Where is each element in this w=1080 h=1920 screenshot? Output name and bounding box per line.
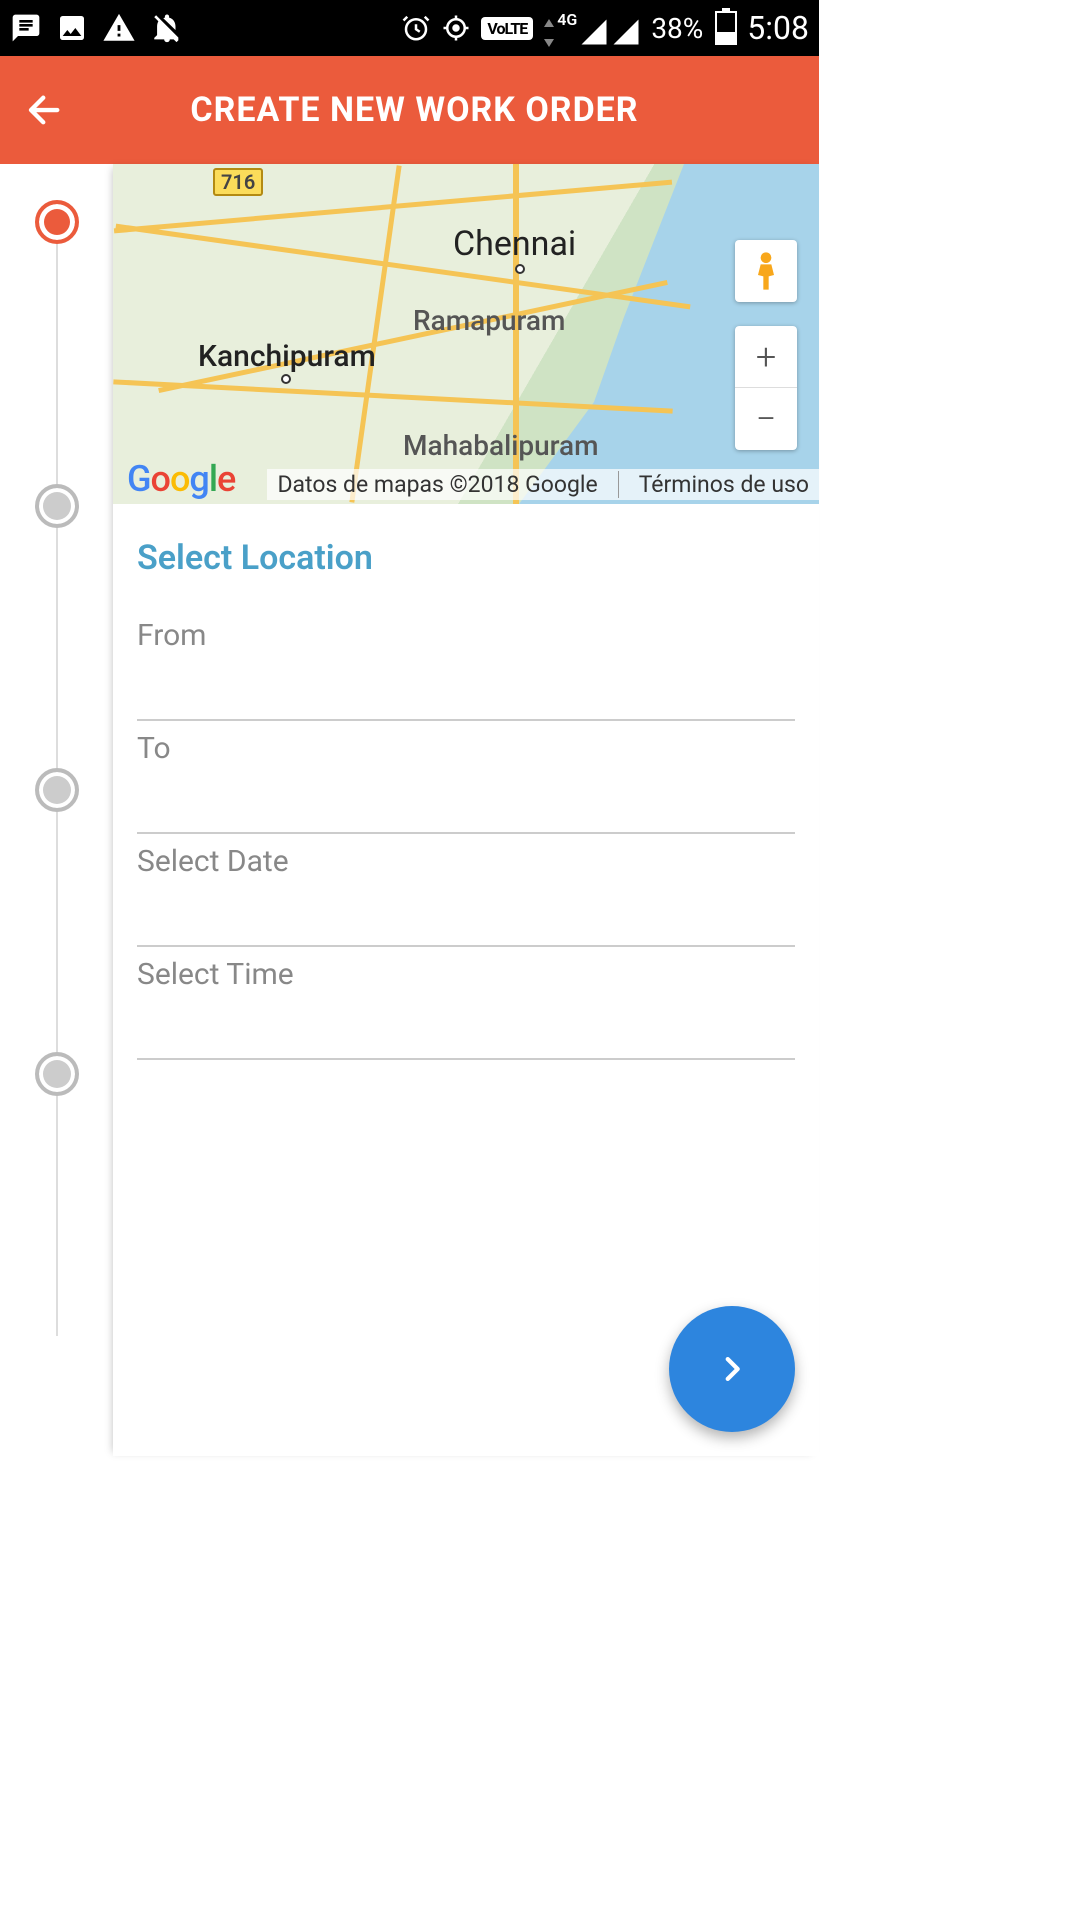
step-dot-4[interactable] [35, 1052, 79, 1096]
step-connector [56, 1096, 58, 1336]
battery-percent: 38% [651, 12, 703, 45]
date-label: Select Date [137, 844, 795, 879]
to-label: To [137, 731, 795, 766]
map[interactable]: 716 Chennai Ramapuram Kanchipuram Mahaba… [113, 164, 819, 504]
next-fab[interactable] [669, 1306, 795, 1432]
step-dot-1[interactable] [35, 200, 79, 244]
clock: 5:08 [747, 9, 809, 47]
map-label-ramapuram: Ramapuram [413, 304, 565, 337]
time-input[interactable] [137, 996, 795, 1060]
image-icon [56, 12, 88, 44]
logo-letter: g [189, 458, 208, 500]
pegman-icon [752, 251, 780, 291]
map-data-attribution: Datos de mapas ©2018 Google [277, 471, 597, 498]
notifications-off-icon [150, 11, 184, 45]
zoom-in-button[interactable]: + [735, 326, 797, 388]
map-terms-link[interactable]: Términos de uso [618, 471, 809, 498]
logo-letter: o [151, 458, 170, 500]
battery-icon [715, 11, 737, 45]
from-field: From [137, 618, 795, 721]
location-form: Select Location From To Select Date Sele… [113, 504, 819, 1060]
date-input[interactable] [137, 883, 795, 947]
google-logo: Google [127, 458, 235, 500]
location-target-icon [441, 13, 471, 43]
map-footer: Google Datos de mapas ©2018 Google Térmi… [113, 458, 819, 500]
status-right-icons: VoLTE 4G 38% 5:08 [401, 9, 809, 47]
alarm-icon [401, 13, 431, 43]
chat-icon [10, 12, 42, 44]
app-header: CREATE NEW WORK ORDER [0, 56, 819, 164]
map-attribution: Datos de mapas ©2018 Google Términos de … [267, 469, 819, 500]
time-label: Select Time [137, 957, 795, 992]
zoom-out-button[interactable]: − [735, 388, 797, 450]
map-label-chennai: Chennai [453, 224, 576, 264]
volte-badge: VoLTE [481, 17, 533, 40]
page-title: CREATE NEW WORK ORDER [70, 90, 799, 130]
logo-letter: l [209, 458, 217, 500]
map-marker [515, 264, 525, 274]
signal-cluster: 4G [543, 10, 641, 47]
stepper [0, 164, 113, 1456]
warning-icon [102, 11, 136, 45]
map-controls: + − [735, 240, 797, 450]
data-arrows-icon [543, 19, 555, 47]
network-type-label: 4G [557, 10, 577, 29]
chevron-right-icon [715, 1352, 749, 1386]
time-field: Select Time [137, 957, 795, 1060]
map-marker [281, 374, 291, 384]
from-input[interactable] [137, 657, 795, 721]
pegman-button[interactable] [735, 240, 797, 302]
section-title: Select Location [137, 538, 795, 578]
status-left-icons [10, 11, 184, 45]
main-content: 716 Chennai Ramapuram Kanchipuram Mahaba… [113, 164, 819, 1456]
logo-letter: o [170, 458, 189, 500]
logo-letter: e [217, 458, 235, 500]
logo-letter: G [127, 458, 151, 500]
step-connector [56, 528, 58, 768]
map-label-kanchipuram: Kanchipuram [198, 339, 376, 374]
route-shield: 716 [213, 168, 263, 196]
to-input[interactable] [137, 770, 795, 834]
step-connector [56, 244, 58, 484]
arrow-left-icon [24, 89, 66, 131]
back-button[interactable] [20, 85, 70, 135]
step-dot-3[interactable] [35, 768, 79, 812]
date-field: Select Date [137, 844, 795, 947]
signal-icon-2 [611, 17, 641, 47]
status-bar: VoLTE 4G 38% 5:08 [0, 0, 819, 56]
to-field: To [137, 731, 795, 834]
step-connector [56, 812, 58, 1052]
from-label: From [137, 618, 795, 653]
signal-icon [579, 17, 609, 47]
zoom-control: + − [735, 326, 797, 450]
step-dot-2[interactable] [35, 484, 79, 528]
